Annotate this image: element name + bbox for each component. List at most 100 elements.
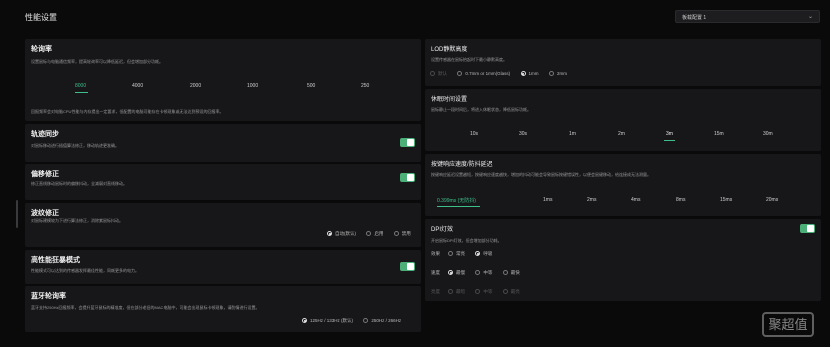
extreme-mode-desc: 性能模式可以达到的传感器发挥最佳性能，同耗更多的电力。: [31, 268, 139, 273]
offset-fix-desc: 修正直线移动鼠标时的偏移抖动，全减弱对直线移动。: [31, 181, 127, 186]
debounce-option-15ms[interactable]: 15ms: [720, 197, 732, 203]
dpi-effect-label: 效果: [431, 251, 440, 256]
lod-radio-default[interactable]: [430, 71, 435, 76]
chevron-down-icon: ⌄: [807, 14, 813, 20]
lod-label-07mm: 0.7mm or 1mm(Glass): [465, 71, 511, 76]
sleep-option-1m[interactable]: 1m: [569, 131, 576, 137]
polling-option-250[interactable]: 250: [361, 83, 369, 89]
dpi-effect-label-breathe: 呼吸: [483, 251, 493, 256]
lod-radio-1mm[interactable]: [520, 71, 526, 76]
lod-radio-2mm[interactable]: [548, 71, 554, 76]
debounce-option-2ms[interactable]: 2ms: [587, 197, 596, 203]
dpi-light-toggle[interactable]: [800, 224, 815, 233]
ripple-fix-title: 波纹修正: [31, 210, 59, 217]
dpi-speed-radio-mid[interactable]: [475, 270, 481, 275]
debounce-option-8ms[interactable]: 8ms: [676, 197, 685, 203]
dpi-brightness-label-dim: 最暗: [456, 289, 465, 294]
lod-desc: 设置传感器在鼠标抬起时下最小静默高度。: [431, 57, 507, 62]
debounce-title: 按键响应速度/防抖延迟: [431, 162, 493, 168]
dpi-brightness-radio-bright: [502, 289, 508, 294]
dpi-effect-radio-group: 常亮 呼吸: [448, 251, 501, 257]
dpi-speed-label-mid: 中等: [483, 270, 493, 275]
sleep-option-15m[interactable]: 15m: [714, 131, 724, 137]
ripple-radio-auto[interactable]: [327, 231, 332, 236]
offset-fix-card: 偏移修正 修正直线移动鼠标时的偏移抖动，全减弱对直线移动。: [25, 164, 421, 200]
dpi-light-card: DPI灯效 开启鼠标DPI灯效，但会增加部分功耗。 效果 常亮 呼吸 速度 最慢…: [425, 219, 821, 301]
ripple-fix-desc: 对鼠标建模较为下进行算法修正，消除紫鼠标抖动。: [31, 218, 123, 223]
dpi-speed-label: 速度: [431, 270, 440, 275]
debounce-desc: 按键响应延迟设置越短，按键响应速度越快，增加的抖动可能会导致鼠标按键错误性，以便…: [431, 172, 651, 177]
profile-select[interactable]: 板载配置 1 ⌄: [675, 10, 820, 23]
polling-option-500[interactable]: 500: [307, 83, 315, 89]
dpi-brightness-radio-mid: [475, 289, 481, 294]
track-sync-title: 轨迹同步: [31, 131, 59, 138]
lod-radio-group: 默认 0.7mm or 1mm(Glass) 1mm 2mm: [430, 71, 576, 77]
debounce-option-1ms[interactable]: 1ms: [543, 197, 552, 203]
bluetooth-label-250: 250Hz / 266Hz: [371, 318, 402, 323]
track-sync-toggle[interactable]: [400, 138, 415, 147]
bluetooth-radio-125[interactable]: [302, 318, 307, 323]
sleep-option-10s[interactable]: 10s: [470, 131, 478, 137]
dpi-effect-radio-steady[interactable]: [448, 251, 453, 256]
ripple-label-on: 启用: [374, 231, 384, 236]
sleep-option-30s[interactable]: 30s: [519, 131, 527, 137]
dpi-brightness-radio-dim: [448, 289, 453, 294]
dpi-light-title: DPI灯效: [431, 227, 454, 233]
polling-option-8000[interactable]: 8000: [75, 83, 86, 89]
bluetooth-polling-card: 蓝牙轮询率 蓝牙支持250Hz回报频率，会提升蓝牙鼠标的精准度，但在部分老旧的M…: [25, 286, 421, 332]
lod-label-1mm: 1mm: [528, 71, 539, 76]
dpi-brightness-label: 亮度: [431, 289, 440, 294]
lod-title: LOD静默高度: [431, 47, 468, 53]
bluetooth-label-125: 125Hz / 133Hz (默认): [310, 318, 354, 323]
debounce-selected-underline: [437, 206, 480, 207]
sleep-title: 休眠时间设置: [431, 97, 468, 103]
extreme-mode-title: 高性能狂暴模式: [31, 257, 80, 264]
dpi-effect-label-steady: 常亮: [456, 251, 465, 256]
dpi-effect-radio-breathe[interactable]: [475, 251, 481, 256]
dpi-brightness-label-mid: 中等: [483, 289, 493, 294]
bluetooth-radio-group: 125Hz / 133Hz (默认) 250Hz / 266Hz: [302, 318, 410, 324]
polling-option-4000[interactable]: 4000: [132, 83, 143, 89]
ripple-radio-on[interactable]: [366, 231, 372, 236]
sleep-option-3m[interactable]: 3m: [666, 131, 673, 137]
scrollbar[interactable]: [16, 200, 18, 228]
track-sync-desc: 对鼠标移动进行插值算法修正，移动轨迹更准确。: [31, 143, 119, 148]
debounce-card: 按键响应速度/防抖延迟 按键响应延迟设置越短，按键响应速度越快，增加的抖动可能会…: [425, 154, 821, 216]
lod-radio-07mm[interactable]: [457, 71, 463, 76]
lod-label-default: 默认: [438, 71, 447, 76]
watermark-logo: 聚超值: [762, 312, 814, 337]
polling-option-2000[interactable]: 2000: [190, 83, 201, 89]
bluetooth-polling-desc: 蓝牙支持250Hz回报频率，会提升蓝牙鼠标的精准度，但在部分老旧的MAC电脑中，…: [31, 305, 260, 310]
sleep-selected-underline: [664, 140, 675, 141]
offset-fix-toggle[interactable]: [400, 173, 415, 182]
ripple-radio-off[interactable]: [393, 231, 399, 236]
dpi-speed-radio-slow[interactable]: [448, 270, 453, 275]
polling-rate-note: 回报频率会对电脑CPU性能与内存提出一定要求，低配置的电脑可能存在卡顿现象或无法…: [31, 109, 224, 114]
debounce-option-20ms[interactable]: 20ms: [766, 197, 778, 203]
dpi-speed-radio-fast[interactable]: [502, 270, 508, 275]
polling-rate-desc: 设置鼠标与电脑通信频率，提高轮询率可以降低延迟，但会增加部分功耗。: [31, 59, 163, 64]
sleep-option-2m[interactable]: 2m: [618, 131, 625, 137]
debounce-option-4ms[interactable]: 4ms: [631, 197, 640, 203]
lod-label-2mm: 2mm: [556, 71, 567, 76]
ripple-radio-group: 自动(默认) 启用 禁用: [327, 231, 420, 237]
bluetooth-radio-250[interactable]: [363, 318, 369, 323]
debounce-option-0399[interactable]: 0.399ms (无防抖): [437, 197, 476, 204]
dpi-speed-label-slow: 最慢: [456, 270, 465, 275]
polling-selected-underline: [75, 92, 88, 93]
sleep-card: 休眠时间设置 鼠标静止一段时间后，将进入休眠状态，降低鼠标功耗。 10s 30s…: [425, 89, 821, 151]
dpi-brightness-label-bright: 最亮: [510, 289, 520, 294]
profile-select-value: 板载配置 1: [682, 15, 707, 21]
sleep-option-30m[interactable]: 30m: [763, 131, 773, 137]
track-sync-card: 轨迹同步 对鼠标移动进行插值算法修正，移动轨迹更准确。: [25, 124, 421, 162]
polling-option-1000[interactable]: 1000: [247, 83, 258, 89]
extreme-mode-toggle[interactable]: [400, 262, 415, 271]
dpi-speed-label-fast: 最快: [510, 270, 520, 275]
ripple-label-auto: 自动(默认): [335, 231, 356, 236]
extreme-mode-card: 高性能狂暴模式 性能模式可以达到的传感器发挥最佳性能，同耗更多的电力。: [25, 250, 421, 284]
ripple-label-off: 禁用: [401, 231, 411, 236]
polling-rate-card: 轮询率 设置鼠标与电脑通信频率，提高轮询率可以降低延迟，但会增加部分功耗。 80…: [25, 39, 421, 121]
ripple-fix-card: 波纹修正 对鼠标建模较为下进行算法修正，消除紫鼠标抖动。 自动(默认) 启用 禁…: [25, 203, 421, 247]
dpi-speed-radio-group: 最慢 中等 最快: [448, 270, 529, 276]
polling-rate-title: 轮询率: [31, 46, 52, 53]
